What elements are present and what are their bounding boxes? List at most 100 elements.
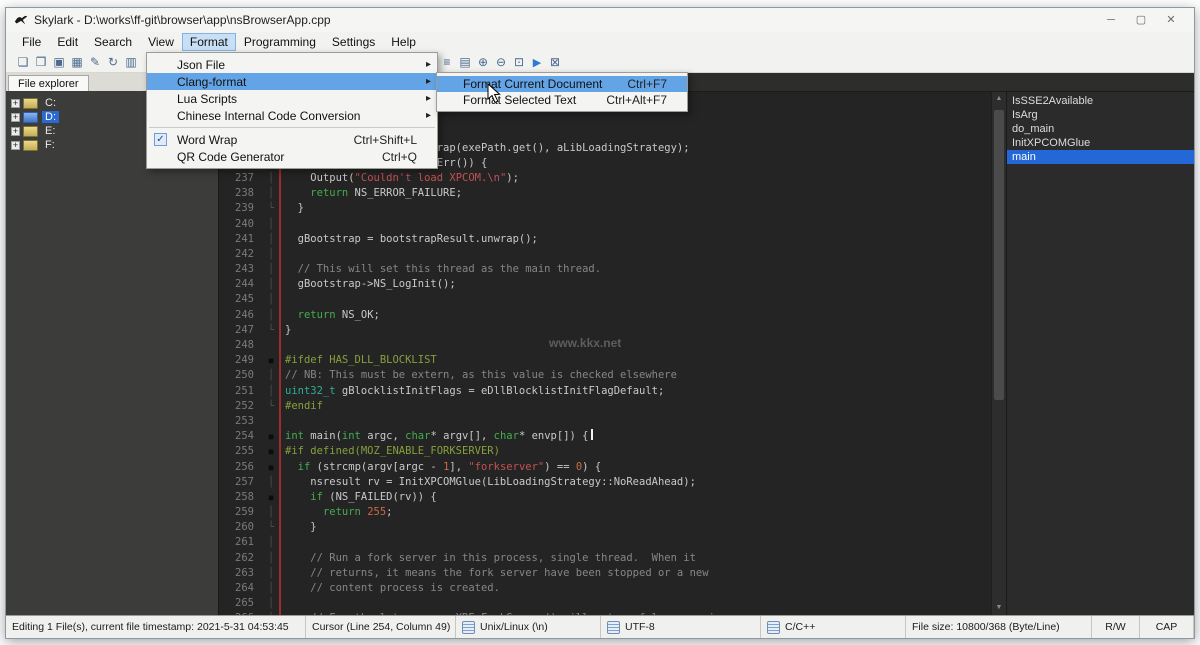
toolbar-zoom-in-button[interactable]: ⊕ xyxy=(474,53,492,71)
fold-margin-icon[interactable]: │ xyxy=(263,384,279,399)
symbol-item-isarg[interactable]: IsArg xyxy=(1007,108,1194,122)
toolbar-new-file-button[interactable]: ❏ xyxy=(14,53,32,71)
code-line[interactable]: 266│ // For the later case, XRE_ForkServ… xyxy=(219,611,991,615)
line-number[interactable]: 238 xyxy=(219,186,263,201)
symbol-item-do-main[interactable]: do_main xyxy=(1007,122,1194,136)
menu-file[interactable]: File xyxy=(14,33,49,51)
menu-format[interactable]: Format xyxy=(181,33,236,51)
expand-icon[interactable]: + xyxy=(11,112,20,122)
line-number[interactable]: 239 xyxy=(219,201,263,216)
toolbar-snippet-button[interactable]: ▤ xyxy=(456,53,474,71)
fold-margin-icon[interactable]: │ xyxy=(263,551,279,566)
toolbar-zoom-out-button[interactable]: ⊖ xyxy=(492,53,510,71)
fold-margin-icon[interactable]: │ xyxy=(263,277,279,292)
fold-margin-icon[interactable]: │ xyxy=(263,217,279,232)
line-number[interactable]: 254 xyxy=(219,429,263,444)
code-line[interactable]: 257 │ nsresult rv = InitXPCOMGlue(LibLoad… xyxy=(219,475,991,490)
fold-margin-icon[interactable]: └ xyxy=(263,201,279,216)
fold-margin-icon[interactable]: │ xyxy=(263,368,279,383)
close-button[interactable]: ✕ xyxy=(1156,9,1186,31)
code-line[interactable]: 254 ■ int main(int argc, char* argv[], cha… xyxy=(219,429,991,444)
fold-margin-icon[interactable]: │ xyxy=(263,505,279,520)
toolbar-close-view-button[interactable]: ⊠ xyxy=(546,53,564,71)
code-line[interactable]: 244 │ gBootstrap->NS_LogInit(); xyxy=(219,277,991,292)
line-number[interactable]: 249 xyxy=(219,353,263,368)
code-line[interactable]: 240 │ xyxy=(219,217,991,232)
line-number[interactable]: 255 xyxy=(219,444,263,459)
line-number[interactable]: 248 xyxy=(219,338,263,353)
code-line[interactable]: 260 └ } xyxy=(219,520,991,535)
line-number[interactable]: 257 xyxy=(219,475,263,490)
menu-programming[interactable]: Programming xyxy=(236,33,324,51)
symbol-item-issse2available[interactable]: IsSSE2Available xyxy=(1007,94,1194,108)
line-number[interactable]: 264 xyxy=(219,581,263,596)
code-line[interactable]: 263 │ // returns, it means the fork serve… xyxy=(219,566,991,581)
toolbar-save-all-button[interactable]: ▦ xyxy=(68,53,86,71)
expand-icon[interactable]: + xyxy=(11,126,20,136)
menu-item-chinese-internal-code-conversion[interactable]: Chinese Internal Code Conversion ▸ xyxy=(147,107,437,124)
menu-edit[interactable]: Edit xyxy=(49,33,86,51)
fold-margin-icon[interactable]: │ xyxy=(263,611,279,615)
expand-icon[interactable]: + xyxy=(11,98,20,108)
symbol-item-main[interactable]: main xyxy=(1007,150,1194,164)
code-line[interactable]: 239 └ } xyxy=(219,201,991,216)
fold-margin-icon[interactable]: │ xyxy=(263,535,279,550)
menu-item-format-selected-text[interactable]: Format Selected Text Ctrl+Alt+F7 xyxy=(437,92,687,108)
menu-settings[interactable]: Settings xyxy=(324,33,383,51)
toolbar-run-button[interactable]: ▶ xyxy=(528,53,546,71)
scroll-down-icon[interactable]: ▼ xyxy=(992,601,1006,615)
line-number[interactable]: 240 xyxy=(219,217,263,232)
line-number[interactable]: 262 xyxy=(219,551,263,566)
fold-margin-icon[interactable]: │ xyxy=(263,186,279,201)
line-number[interactable]: 260 xyxy=(219,520,263,535)
menu-item-word-wrap[interactable]: ✓ Word Wrap Ctrl+Shift+L xyxy=(147,131,437,148)
code-line[interactable]: 245 │ xyxy=(219,292,991,307)
line-number[interactable]: 250 xyxy=(219,368,263,383)
fold-margin-icon[interactable]: └ xyxy=(263,520,279,535)
fold-margin-icon[interactable]: └ xyxy=(263,399,279,414)
code-line[interactable]: 265 │ xyxy=(219,596,991,611)
code-line[interactable]: 251 │ uint32_t gBlocklistInitFlags = eDllB… xyxy=(219,384,991,399)
code-line[interactable]: 256 ■ if (strcmp(argv[argc - 1], "forkser… xyxy=(219,460,991,475)
fold-margin-icon[interactable]: ■ xyxy=(263,460,279,475)
scroll-up-icon[interactable]: ▲ xyxy=(992,92,1006,106)
scrollbar-thumb[interactable] xyxy=(994,110,1004,400)
fold-margin-icon[interactable] xyxy=(263,414,279,429)
line-number[interactable]: 253 xyxy=(219,414,263,429)
fold-margin-icon[interactable]: ■ xyxy=(263,429,279,444)
fold-margin-icon[interactable]: └ xyxy=(263,323,279,338)
fold-margin-icon[interactable]: ■ xyxy=(263,353,279,368)
fold-margin-icon[interactable]: │ xyxy=(263,308,279,323)
line-number[interactable]: 246 xyxy=(219,308,263,323)
line-number[interactable]: 251 xyxy=(219,384,263,399)
fold-margin-icon[interactable]: │ xyxy=(263,475,279,490)
line-number[interactable]: 266 xyxy=(219,611,263,615)
line-number[interactable]: 252 xyxy=(219,399,263,414)
fold-margin-icon[interactable]: ■ xyxy=(263,444,279,459)
code-line[interactable]: 243 │ // This will set this thread as the… xyxy=(219,262,991,277)
toolbar-print-button[interactable]: ▥ xyxy=(122,53,140,71)
minimize-button[interactable]: ─ xyxy=(1096,9,1126,31)
toolbar-reload-button[interactable]: ↻ xyxy=(104,53,122,71)
code-line[interactable]: 259 │ return 255; xyxy=(219,505,991,520)
fold-margin-icon[interactable]: │ xyxy=(263,232,279,247)
line-number[interactable]: 243 xyxy=(219,262,263,277)
code-line[interactable]: 249 ■ #ifdef HAS_DLL_BLOCKLIST xyxy=(219,353,991,368)
fold-margin-icon[interactable]: ■ xyxy=(263,490,279,505)
menu-item-clang-format[interactable]: Clang-format ▸ xyxy=(147,73,437,90)
toolbar-fullscreen-button[interactable]: ⊡ xyxy=(510,53,528,71)
code-line[interactable]: 237 │ Output("Couldn't load XPCOM.\n"); xyxy=(219,171,991,186)
code-editor[interactable]: 232│ }233│234│ auto bootstrapResult =235… xyxy=(219,92,991,615)
menu-help[interactable]: Help xyxy=(383,33,424,51)
code-line[interactable]: 255 ■ #if defined(MOZ_ENABLE_FORKSERVER) xyxy=(219,444,991,459)
fold-margin-icon[interactable]: │ xyxy=(263,596,279,611)
line-number[interactable]: 241 xyxy=(219,232,263,247)
fold-margin-icon[interactable] xyxy=(263,338,279,353)
line-number[interactable]: 237 xyxy=(219,171,263,186)
code-line[interactable]: 261 │ xyxy=(219,535,991,550)
menu-item-format-current-document[interactable]: Format Current Document Ctrl+F7 xyxy=(437,76,687,92)
line-number[interactable]: 261 xyxy=(219,535,263,550)
vertical-scrollbar[interactable]: ▲ ▼ xyxy=(991,92,1006,615)
fold-margin-icon[interactable]: │ xyxy=(263,581,279,596)
line-number[interactable]: 247 xyxy=(219,323,263,338)
